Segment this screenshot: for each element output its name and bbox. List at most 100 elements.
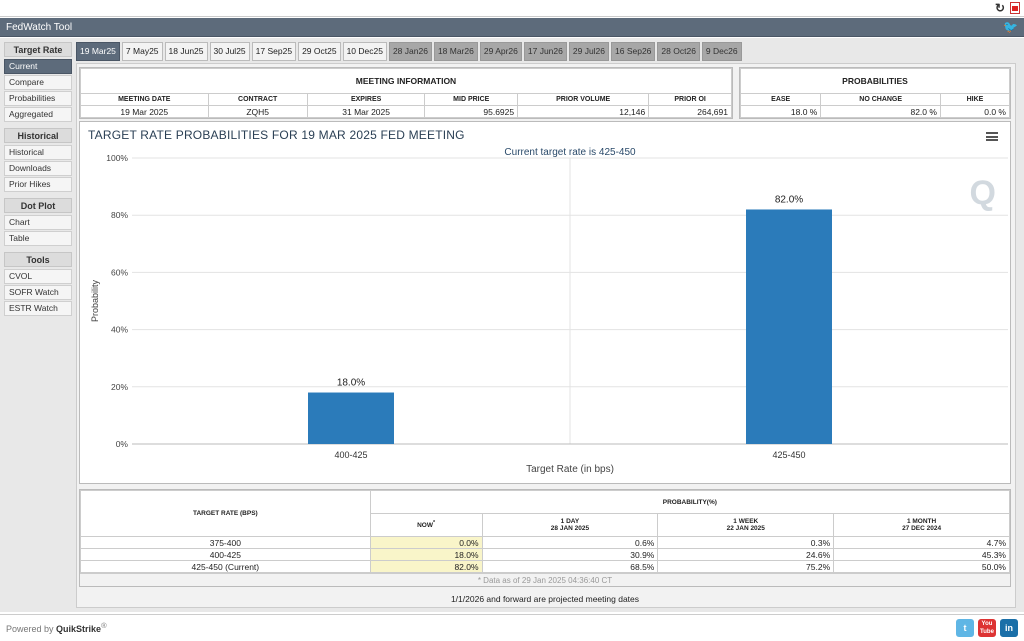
meeting-meeting-date-value: 19 Mar 2025 xyxy=(80,105,209,118)
probability-chart: TARGET RATE PROBABILITIES FOR 19 MAR 202… xyxy=(79,121,1011,484)
target-rate-header: TARGET RATE (BPS) xyxy=(80,490,371,537)
tab-29-oct25[interactable]: 29 Oct25 xyxy=(298,42,341,61)
target-rate-cell: 375-400 xyxy=(80,536,371,549)
tab-28-oct26[interactable]: 28 Oct26 xyxy=(657,42,700,61)
sidebar-item-prior-hikes[interactable]: Prior Hikes xyxy=(4,177,72,192)
tab-28-jan26[interactable]: 28 Jan26 xyxy=(388,42,432,61)
tab-19-mar25[interactable]: 19 Mar25 xyxy=(76,42,120,61)
y-tick-label: 100% xyxy=(106,153,128,163)
chart-subtitle: Current target rate is 425-450 xyxy=(504,147,636,158)
bar-425-450 xyxy=(746,209,832,444)
probabilities-caption: PROBABILITIES xyxy=(740,68,1010,94)
subheader-line2: 27 DEC 2024 xyxy=(902,525,942,532)
tab-17-jun26[interactable]: 17 Jun26 xyxy=(523,42,567,61)
sidebar-item-compare[interactable]: Compare xyxy=(4,75,72,90)
window-title: FedWatch Tool xyxy=(6,22,73,33)
refresh-icon[interactable]: ↻ xyxy=(995,2,1007,14)
prob-1day-cell: 68.5% xyxy=(481,560,659,573)
bar-data-label: 82.0% xyxy=(775,194,803,205)
tab-10-dec25[interactable]: 10 Dec25 xyxy=(342,42,387,61)
y-tick-label: 0% xyxy=(116,439,129,449)
tab-17-sep25[interactable]: 17 Sep25 xyxy=(251,42,297,61)
window-titlebar: FedWatch Tool 🐦 xyxy=(0,18,1024,37)
youtube-icon[interactable]: You Tube xyxy=(978,619,996,637)
bar-400-425 xyxy=(308,392,394,444)
tab-9-dec26[interactable]: 9 Dec26 xyxy=(701,42,742,61)
tab-29-apr26[interactable]: 29 Apr26 xyxy=(479,42,522,61)
registered-mark: ® xyxy=(101,621,107,630)
meeting-prior-volume-value: 12,146 xyxy=(517,105,650,118)
prob-now-cell: 0.0% xyxy=(369,536,483,549)
bar-data-label: 18.0% xyxy=(337,378,365,389)
subheader-1-month: 1 MONTH 27 DEC 2024 xyxy=(833,513,1010,537)
col-header-expires: EXPIRES xyxy=(306,93,426,106)
prob-now-cell: 18.0% xyxy=(369,548,483,561)
col-header-hike: HIKE xyxy=(939,93,1011,106)
sidebar-group-target-rate: Target Rate Current Compare Probabilities Ag… xyxy=(4,42,72,122)
y-tick-label: 20% xyxy=(111,382,128,392)
col-header-ease: EASE xyxy=(739,93,822,106)
meeting-tabs: 19 Mar25 7 May25 18 Jun25 30 Jul25 17 Sep25 2… xyxy=(76,42,744,62)
sidebar-item-aggregated[interactable]: Aggregated xyxy=(4,107,72,122)
tab-18-jun25[interactable]: 18 Jun25 xyxy=(164,42,208,61)
meeting-information-panel: MEETING INFORMATION MEETING DATE CONTRACT… xyxy=(79,67,733,119)
table-row: 400-425 18.0% 30.9% 24.6% 45.3% xyxy=(80,548,1010,561)
tab-7-may25[interactable]: 7 May25 xyxy=(121,42,163,61)
projected-dates-note: 1/1/2026 and forward are projected meeti… xyxy=(450,594,640,604)
quikstrike-link[interactable]: QuikStrike xyxy=(56,624,101,634)
col-header-no-change: NO CHANGE xyxy=(820,93,941,106)
app-area: Target Rate Current Compare Probabilities Ag… xyxy=(0,38,1024,612)
sidebar-item-historical[interactable]: Historical xyxy=(4,145,72,160)
prob-1month-cell: 45.3% xyxy=(833,548,1010,561)
sidebar-heading-historical: Historical xyxy=(4,128,72,143)
prob-1week-cell: 75.2% xyxy=(657,560,835,573)
pdf-icon[interactable] xyxy=(1010,2,1020,14)
prob-1week-cell: 0.3% xyxy=(657,536,835,549)
tab-30-jul25[interactable]: 30 Jul25 xyxy=(209,42,250,61)
tab-29-jul26[interactable]: 29 Jul26 xyxy=(568,42,610,61)
social-links: t You Tube in xyxy=(956,619,1018,637)
probability-group-header: PROBABILITY(%) xyxy=(369,490,1011,514)
y-tick-label: 40% xyxy=(111,325,128,335)
footer: Powered by QuikStrike® t You Tube in xyxy=(0,614,1024,641)
tab-16-sep26[interactable]: 16 Sep26 xyxy=(611,42,656,61)
twitter-icon[interactable]: t xyxy=(956,619,974,637)
col-header-prior-oi: PRIOR OI xyxy=(648,93,732,106)
sidebar-item-cvol[interactable]: CVOL xyxy=(4,269,72,284)
sidebar-group-tools: Tools CVOL SOFR Watch ESTR Watch xyxy=(4,252,72,316)
linkedin-icon[interactable]: in xyxy=(1000,619,1018,637)
subheader-now: NOW* xyxy=(369,513,483,537)
subheader-1-week: 1 WEEK 22 JAN 2025 xyxy=(657,513,835,537)
subheader-line2: 28 JAN 2025 xyxy=(550,525,590,532)
powered-by: Powered by QuikStrike® xyxy=(6,621,107,634)
prob-1week-cell: 24.6% xyxy=(657,548,835,561)
col-header-mid-price: MID PRICE xyxy=(424,93,519,106)
subheader-line1: 1 DAY xyxy=(560,518,580,525)
prob-no-change-value: 82.0 % xyxy=(820,105,941,118)
meeting-info-caption: MEETING INFORMATION xyxy=(80,68,732,94)
meeting-expires-value: 31 Mar 2025 xyxy=(306,105,426,118)
sidebar-item-table[interactable]: Table xyxy=(4,231,72,246)
col-header-contract: CONTRACT xyxy=(207,93,308,106)
prob-ease-value: 18.0 % xyxy=(739,105,822,118)
sidebar-item-chart[interactable]: Chart xyxy=(4,215,72,230)
prob-hike-value: 0.0 % xyxy=(939,105,1011,118)
sidebar-item-current[interactable]: Current xyxy=(4,59,72,74)
chart-svg: Current target rate is 425-450 0% 20% 40% 60… xyxy=(90,147,1008,475)
sidebar-item-sofr-watch[interactable]: SOFR Watch xyxy=(4,285,72,300)
prob-1month-cell: 4.7% xyxy=(833,536,1010,549)
tab-18-mar26[interactable]: 18 Mar26 xyxy=(433,42,478,61)
sidebar-group-historical: Historical Historical Downloads Prior Hikes xyxy=(4,128,72,192)
sidebar-item-probabilities[interactable]: Probabilities xyxy=(4,91,72,106)
y-axis-title: Probability xyxy=(90,279,100,322)
twitter-icon[interactable]: 🐦 xyxy=(1003,21,1018,33)
sidebar-item-downloads[interactable]: Downloads xyxy=(4,161,72,176)
prob-1day-cell: 0.6% xyxy=(481,536,659,549)
prob-1month-cell: 50.0% xyxy=(833,560,1010,573)
subheader-line1: 1 MONTH xyxy=(906,518,937,525)
table-row: 375-400 0.0% 0.6% 0.3% 4.7% xyxy=(80,536,1010,549)
sidebar-item-estr-watch[interactable]: ESTR Watch xyxy=(4,301,72,316)
sidebar-group-dot-plot: Dot Plot Chart Table xyxy=(4,198,72,246)
x-tick-label: 425-450 xyxy=(772,450,805,460)
sidebar-heading-target-rate: Target Rate xyxy=(4,42,72,57)
